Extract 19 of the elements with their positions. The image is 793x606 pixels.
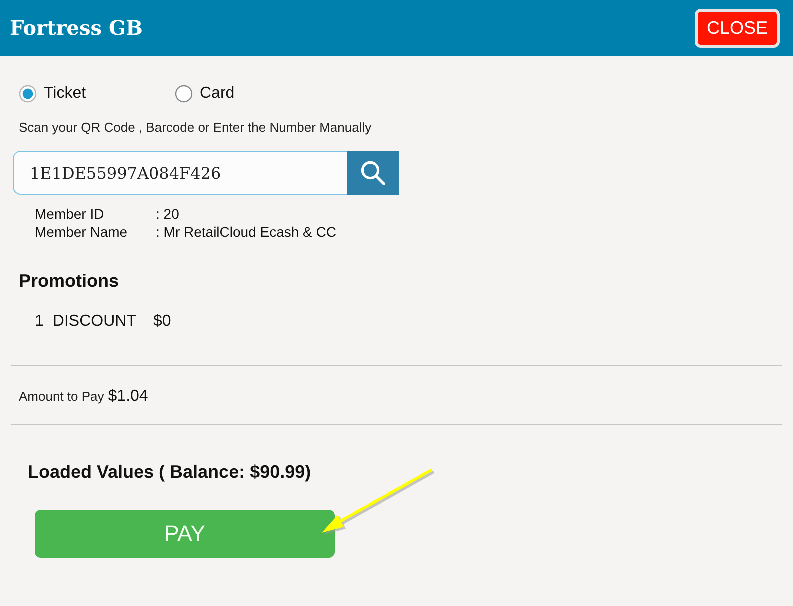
section-heading: Promotions <box>19 270 120 292</box>
promo-name: DISCOUNT <box>52 312 136 332</box>
field-value: : 20 <box>156 205 180 223</box>
instruction-text: Scan your QR Code , Barcode or Enter the Number Manually <box>19 120 373 136</box>
field-value: : Mr RetailCloud Ecash & CC <box>156 223 337 241</box>
amount-value: $1.04 <box>108 388 148 406</box>
search-icon <box>360 160 386 186</box>
amount-label: Amount to Pay <box>19 389 104 404</box>
search-button[interactable] <box>347 151 399 195</box>
promo-amount: $0 <box>153 312 172 332</box>
radio-option[interactable]: Card <box>175 84 331 104</box>
window-title: Fortress GB <box>10 16 143 40</box>
field-label: Member Name <box>35 223 129 241</box>
promo-number: 1 <box>35 312 44 332</box>
section-heading: Loaded Values ( Balance: $90.99) <box>28 461 312 483</box>
search-field[interactable]: 1E1DE55997A084F426 <box>13 151 347 195</box>
field-label: Member ID <box>35 205 106 223</box>
close-button[interactable]: CLOSE <box>694 8 780 48</box>
radio-option[interactable]: Ticket <box>19 84 175 104</box>
